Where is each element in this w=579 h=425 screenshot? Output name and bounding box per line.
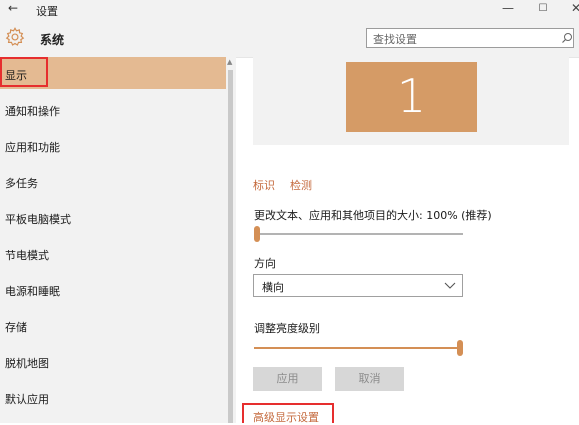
highlight-box-display [0,57,48,87]
sidebar-item-power-sleep[interactable]: 电源和睡眠 [0,273,226,305]
sidebar-item-label: 节电模式 [5,249,49,262]
sidebar-item-storage[interactable]: 存储 [0,309,226,341]
search-placeholder: 查找设置 [373,33,417,46]
sidebar-item-offline-maps[interactable]: 脱机地图 [0,345,226,377]
orientation-dropdown[interactable]: 横向 [253,274,463,297]
orientation-label: 方向 [254,257,276,270]
scale-slider-thumb[interactable] [254,226,260,242]
scale-slider-track [254,233,463,235]
monitor-tile[interactable]: 1 [346,62,477,132]
sidebar-item-label: 存储 [5,321,27,334]
sidebar-item-label: 脱机地图 [5,357,49,370]
scale-label: 更改文本、应用和其他项目的大小: 100% (推荐) [254,209,492,222]
sidebar-item-apps-features[interactable]: 应用和功能 [0,129,226,161]
header: 系统 查找设置 [0,20,579,58]
detect-link[interactable]: 检测 [290,177,312,193]
gear-icon [5,27,25,46]
back-arrow-icon[interactable]: ← [8,1,18,15]
minimize-button[interactable]: — [498,1,518,15]
app-title: 设置 [36,5,58,18]
sidebar-item-label: 通知和操作 [5,105,60,118]
search-input[interactable]: 查找设置 [366,28,574,48]
sidebar-item-label: 默认应用 [5,393,49,406]
scrollbar-thumb[interactable] [228,70,233,423]
brightness-slider-thumb[interactable] [457,340,463,356]
cancel-button[interactable]: 取消 [335,367,404,391]
brightness-label: 调整亮度级别 [254,322,320,335]
apply-button[interactable]: 应用 [253,367,322,391]
section-title: 系统 [40,33,65,47]
sidebar-item-label: 电源和睡眠 [5,285,60,298]
sidebar-item-label: 多任务 [5,177,38,190]
highlight-box-advanced [242,403,334,423]
orientation-value: 横向 [262,281,284,294]
sidebar-item-multitasking[interactable]: 多任务 [0,165,226,197]
sidebar-item-tablet-mode[interactable]: 平板电脑模式 [0,201,226,233]
title-bar: ← 设置 — ☐ ✕ [0,0,579,20]
sidebar-item-default-apps[interactable]: 默认应用 [0,381,226,413]
sidebar-item-label: 应用和功能 [5,141,60,154]
monitor-number: 1 [396,69,427,123]
maximize-button[interactable]: ☐ [533,3,553,14]
scroll-up-icon[interactable]: ▲ [227,58,232,66]
brightness-slider-fill [254,347,457,349]
sidebar-item-label: 平板电脑模式 [5,213,71,226]
close-button[interactable]: ✕ [566,1,579,15]
sidebar: 显示 通知和操作 应用和功能 多任务 平板电脑模式 节电模式 电源和睡眠 存储 … [0,57,226,423]
chevron-down-icon [444,282,456,289]
identify-link[interactable]: 标识 [253,177,275,193]
sidebar-item-notifications[interactable]: 通知和操作 [0,93,226,125]
sidebar-item-battery-saver[interactable]: 节电模式 [0,237,226,269]
search-icon[interactable] [561,32,573,44]
